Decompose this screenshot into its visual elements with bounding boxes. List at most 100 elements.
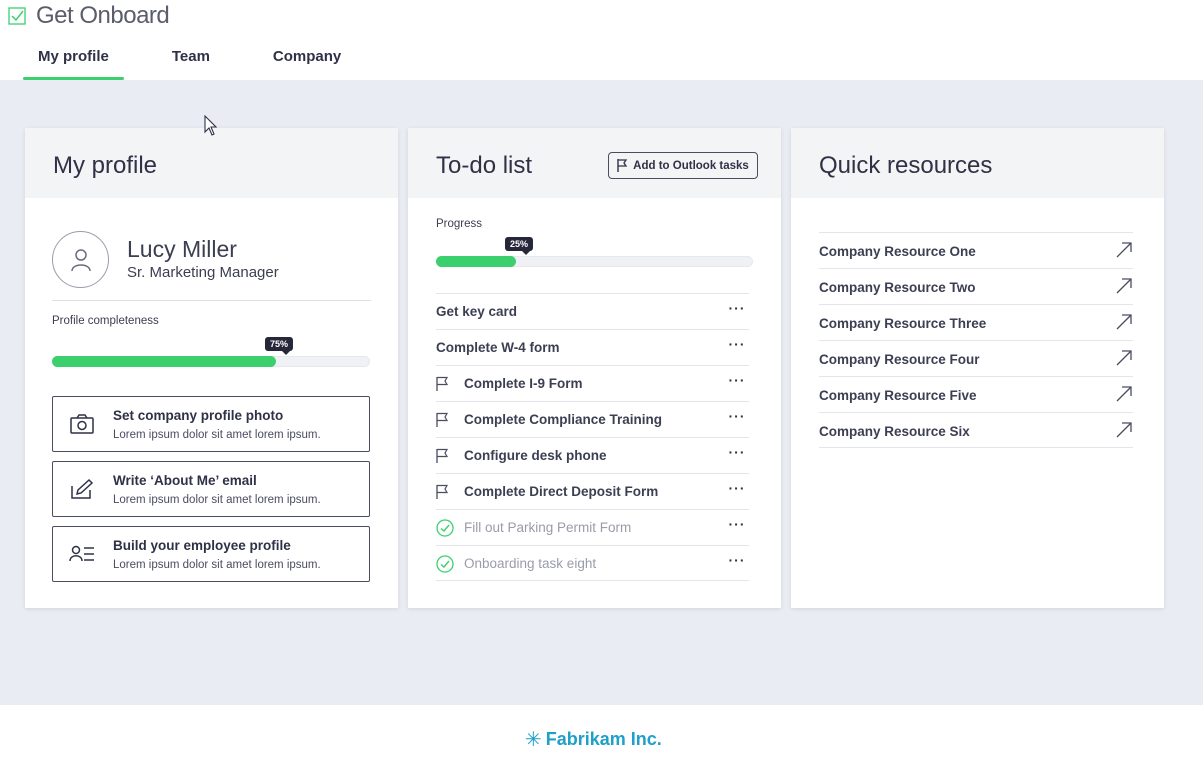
check-circle-icon [436, 555, 454, 573]
external-arrow-icon [1116, 278, 1132, 294]
resource-link[interactable]: Company Resource Five [819, 376, 1133, 412]
more-options-icon[interactable]: ··· [725, 336, 749, 356]
write-about-me-button[interactable]: Write ‘About Me’ email Lorem ipsum dolor… [52, 461, 370, 517]
flag-icon [436, 484, 449, 499]
todo-item[interactable]: Onboarding task eight ··· [436, 545, 749, 581]
tab-my-profile[interactable]: My profile [23, 40, 124, 80]
todo-item[interactable]: Configure desk phone ··· [436, 437, 749, 473]
todo-card-header: To-do list Add to Outlook tasks [408, 128, 781, 198]
quick-resources-title: Quick resources [819, 152, 993, 179]
checkbox-logo-icon [8, 7, 26, 25]
edit-icon [71, 478, 94, 499]
external-arrow-icon [1116, 422, 1132, 438]
action-description: Lorem ipsum dolor sit amet lorem ipsum. [113, 559, 321, 571]
footer: ✳ Fabrikam Inc. [0, 705, 1203, 763]
more-options-icon[interactable]: ··· [725, 480, 749, 500]
brand-name: Fabrikam Inc. [545, 729, 662, 749]
profile-progress-bar: 75% [52, 337, 370, 367]
avatar [52, 231, 109, 288]
resource-label: Company Resource Six [819, 424, 970, 439]
main-content: My profile Lucy Miller Sr. Marketing Man… [0, 80, 1203, 705]
todo-progress-bar: 25% [436, 237, 753, 267]
flag-icon [436, 376, 449, 391]
tab-company[interactable]: Company [258, 40, 356, 80]
todo-item-label: Fill out Parking Permit Form [464, 520, 632, 535]
todo-item[interactable]: Get key card ··· [436, 293, 749, 329]
todo-item[interactable]: Complete I-9 Form ··· [436, 365, 749, 401]
external-arrow-icon [1116, 242, 1132, 258]
resource-link[interactable]: Company Resource Three [819, 304, 1133, 340]
action-title: Write ‘About Me’ email [113, 473, 257, 488]
resource-label: Company Resource Two [819, 280, 976, 295]
todo-item-label: Get key card [436, 304, 518, 319]
todo-progress-fill [436, 256, 516, 267]
resource-link[interactable]: Company Resource Two [819, 268, 1133, 304]
todo-item-label: Configure desk phone [464, 448, 607, 463]
person-role: Sr. Marketing Manager [127, 264, 279, 281]
build-employee-profile-button[interactable]: Build your employee profile Lorem ipsum … [52, 526, 370, 582]
todo-card: To-do list Add to Outlook tasks Progress… [408, 128, 781, 608]
todo-item-label: Complete Compliance Training [464, 412, 663, 427]
profile-list-icon [69, 545, 94, 562]
todo-progress-badge: 25% [504, 237, 533, 255]
brand-logo: ✳ Fabrikam Inc. [525, 727, 662, 752]
profile-card: My profile Lucy Miller Sr. Marketing Man… [25, 128, 398, 608]
flag-icon [436, 448, 449, 463]
todo-item[interactable]: Fill out Parking Permit Form ··· [436, 509, 749, 545]
external-arrow-icon [1116, 350, 1132, 366]
add-to-outlook-button[interactable]: Add to Outlook tasks [608, 152, 758, 179]
resource-list: Company Resource One Company Resource Tw… [819, 232, 1133, 448]
resource-label: Company Resource Five [819, 388, 977, 403]
action-description: Lorem ipsum dolor sit amet lorem ipsum. [113, 494, 321, 506]
action-title: Build your employee profile [113, 538, 291, 553]
profile-card-title: My profile [53, 152, 158, 179]
person-name: Lucy Miller [127, 236, 237, 262]
todo-item-label: Complete W-4 form [436, 340, 560, 355]
app-header: Get Onboard My profile Team Company [0, 0, 1203, 80]
quick-resources-header: Quick resources [791, 128, 1164, 198]
quick-resources-card: Quick resources Company Resource One Com… [791, 128, 1164, 608]
set-profile-photo-button[interactable]: Set company profile photo Lorem ipsum do… [52, 396, 370, 452]
resource-label: Company Resource Three [819, 316, 987, 331]
todo-item[interactable]: Complete W-4 form ··· [436, 329, 749, 365]
tab-team[interactable]: Team [157, 40, 225, 80]
todo-item[interactable]: Complete Direct Deposit Form ··· [436, 473, 749, 509]
app-title-text: Get Onboard [36, 2, 170, 29]
app-title: Get Onboard [8, 2, 170, 30]
more-options-icon[interactable]: ··· [725, 408, 749, 428]
resource-label: Company Resource Four [819, 352, 980, 367]
tab-bar: My profile Team Company [23, 40, 389, 82]
profile-progress-fill [52, 356, 276, 367]
resource-link[interactable]: Company Resource Four [819, 340, 1133, 376]
todo-card-title: To-do list [436, 152, 533, 179]
todo-item-label: Onboarding task eight [464, 556, 597, 571]
flag-icon [617, 159, 628, 172]
more-options-icon[interactable]: ··· [725, 444, 749, 464]
external-arrow-icon [1116, 314, 1132, 330]
profile-card-header: My profile [25, 128, 398, 198]
divider [52, 300, 371, 301]
todo-item-label: Complete Direct Deposit Form [464, 484, 659, 499]
add-to-outlook-label: Add to Outlook tasks [633, 159, 749, 172]
todo-progress-label: Progress [436, 218, 483, 230]
profile-completeness-label: Profile completeness [52, 315, 159, 327]
action-title: Set company profile photo [113, 408, 284, 423]
more-options-icon[interactable]: ··· [725, 372, 749, 392]
todo-item-label: Complete I-9 Form [464, 376, 583, 391]
more-options-icon[interactable]: ··· [725, 552, 749, 572]
user-icon [70, 248, 91, 271]
todo-item[interactable]: Complete Compliance Training ··· [436, 401, 749, 437]
resource-link[interactable]: Company Resource One [819, 232, 1133, 268]
profile-progress-badge: 75% [264, 337, 293, 355]
resource-label: Company Resource One [819, 244, 976, 259]
more-options-icon[interactable]: ··· [725, 516, 749, 536]
todo-list: Get key card ··· Complete W-4 form ··· C… [436, 293, 749, 581]
flag-icon [436, 412, 449, 427]
camera-icon [70, 414, 94, 434]
action-description: Lorem ipsum dolor sit amet lorem ipsum. [113, 429, 321, 441]
more-options-icon[interactable]: ··· [725, 300, 749, 320]
check-circle-icon [436, 519, 454, 537]
mouse-cursor-icon [204, 115, 218, 136]
resource-link[interactable]: Company Resource Six [819, 412, 1133, 448]
external-arrow-icon [1116, 386, 1132, 402]
